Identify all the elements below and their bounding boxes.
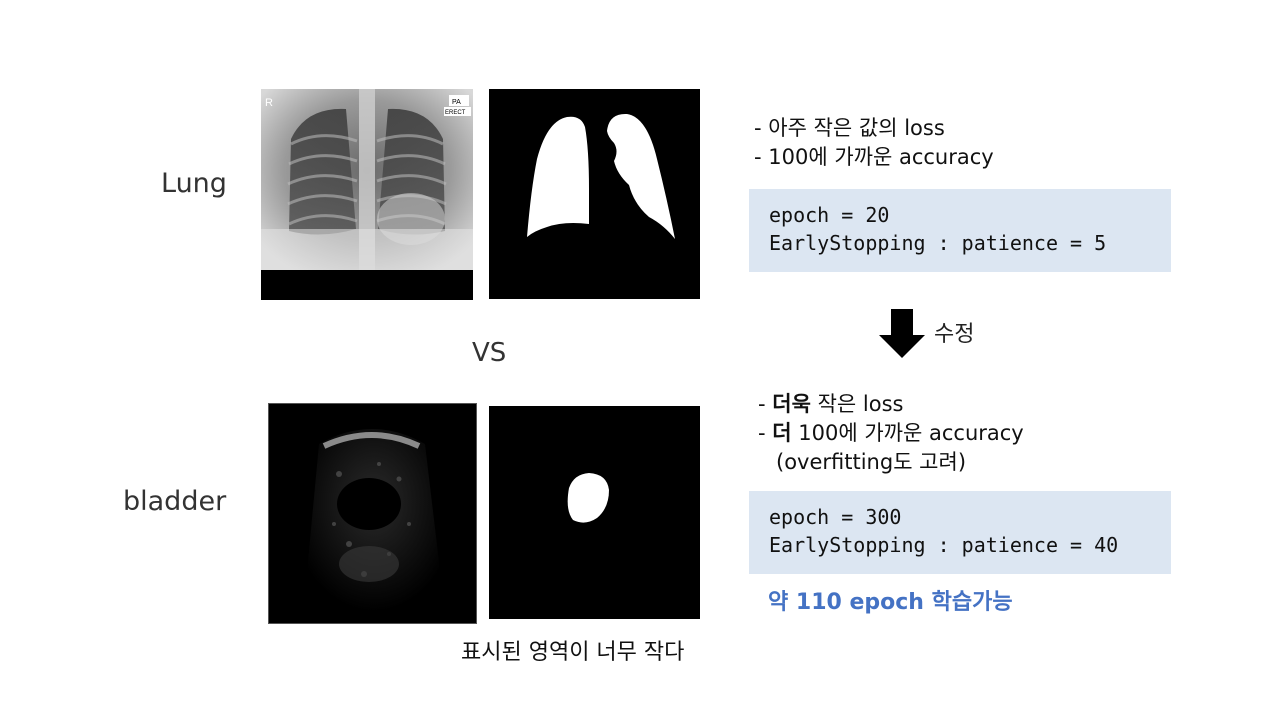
after-bullet-accuracy-prefix: - (758, 421, 773, 445)
lung-xray-image: R PA ERECT (261, 89, 473, 300)
bladder-mask-drawing (567, 473, 609, 523)
xray-marker-erect: ERECT (445, 110, 466, 116)
down-arrow-icon (879, 309, 925, 359)
before-bullet-accuracy: - 100에 가까운 accuracy (754, 145, 994, 169)
after-code-earlystopping: EarlyStopping : patience = 40 (769, 533, 1119, 557)
before-bullet-loss: - 아주 작은 값의 loss (754, 116, 945, 140)
after-bullet-loss-prefix: - (758, 392, 773, 416)
lung-label: Lung (161, 168, 227, 199)
xray-marker-r: R (265, 97, 273, 109)
after-bullet-loss-rest: 작은 loss (810, 392, 904, 416)
bladder-caption: 표시된 영역이 너무 작다 (461, 640, 685, 665)
before-code-epoch: epoch = 20 (769, 203, 890, 227)
lung-mask-drawing (527, 113, 675, 239)
training-note: 약 110 epoch 학습가능 (768, 590, 1013, 615)
xray-marker-pa: PA (452, 99, 461, 106)
arrow-label: 수정 (934, 322, 975, 347)
after-bullets: - 더욱 작은 loss - 더 100에 가까운 accuracy (over… (758, 390, 1024, 477)
lung-xray-drawing: R PA ERECT (261, 89, 473, 300)
lung-mask-image (489, 89, 700, 299)
bladder-ultrasound-drawing (269, 404, 476, 623)
after-bullet-loss: - 더욱 작은 loss (758, 390, 1024, 419)
before-bullets: - 아주 작은 값의 loss - 100에 가까운 accuracy (754, 114, 994, 172)
bladder-mask-image (489, 406, 700, 619)
before-code-earlystopping: EarlyStopping : patience = 5 (769, 231, 1107, 255)
bladder-label: bladder (123, 486, 227, 517)
after-bullet-accuracy: - 더 100에 가까운 accuracy (758, 419, 1024, 448)
after-code-epoch: epoch = 300 (769, 505, 902, 529)
after-bullet-overfitting: (overfitting도 고려) (776, 450, 967, 474)
after-bullet-accuracy-bold: 더 (772, 421, 792, 445)
after-bullet-accuracy-rest: 100에 가까운 accuracy (791, 421, 1024, 445)
before-code-box: epoch = 20 EarlyStopping : patience = 5 (749, 189, 1171, 272)
vs-label: VS (472, 338, 507, 368)
after-bullet-loss-bold: 더욱 (772, 392, 811, 416)
after-code-box: epoch = 300 EarlyStopping : patience = 4… (749, 491, 1171, 574)
bladder-ultrasound-image (268, 403, 477, 624)
